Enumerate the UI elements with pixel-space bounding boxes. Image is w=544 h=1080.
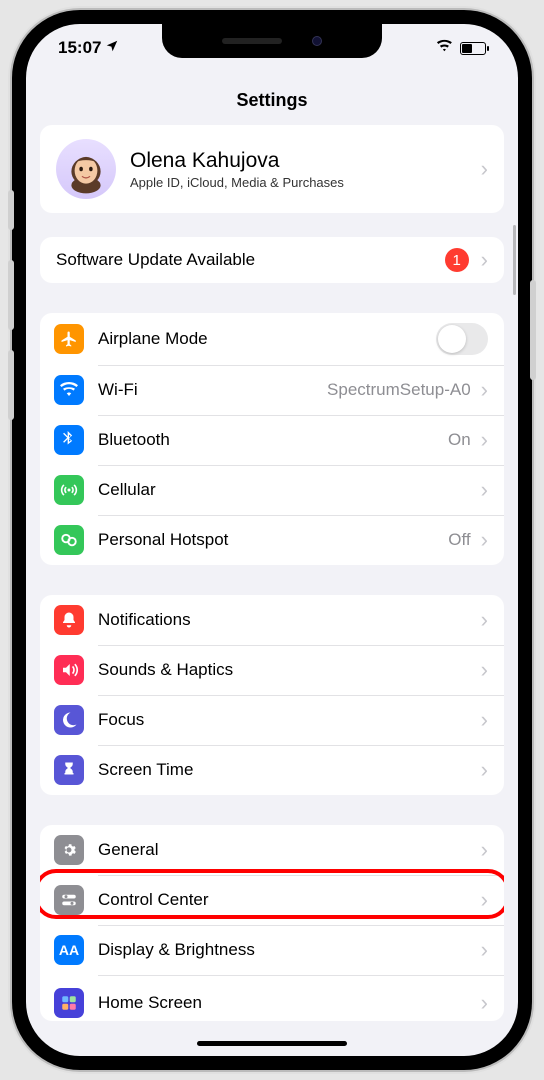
home-icon	[54, 988, 84, 1018]
connectivity-group: Airplane Mode Wi-Fi SpectrumSetup-A0 ›	[40, 313, 504, 565]
airplane-label: Airplane Mode	[98, 329, 436, 349]
notifications-label: Notifications	[98, 610, 475, 630]
chevron-right-icon: ›	[481, 527, 488, 553]
wifi-status-icon	[436, 38, 454, 58]
notifications-group: Notifications › Sounds & Haptics ›	[40, 595, 504, 795]
sounds-icon	[54, 655, 84, 685]
focus-row[interactable]: Focus ›	[40, 695, 504, 745]
chevron-right-icon: ›	[481, 156, 488, 182]
chevron-right-icon: ›	[481, 377, 488, 403]
display-label: Display & Brightness	[98, 940, 475, 960]
control-center-label: Control Center	[98, 890, 475, 910]
wifi-icon	[54, 375, 84, 405]
general-group: General › Control Center › AA Display & …	[40, 825, 504, 1021]
scroll-indicator[interactable]	[513, 225, 516, 295]
general-label: General	[98, 840, 475, 860]
display-icon: AA	[54, 935, 84, 965]
home-indicator[interactable]	[197, 1041, 347, 1046]
wifi-label: Wi-Fi	[98, 380, 327, 400]
chevron-right-icon: ›	[481, 757, 488, 783]
chevron-right-icon: ›	[481, 707, 488, 733]
airplane-toggle[interactable]	[436, 323, 488, 355]
wifi-row[interactable]: Wi-Fi SpectrumSetup-A0 ›	[40, 365, 504, 415]
focus-label: Focus	[98, 710, 475, 730]
chevron-right-icon: ›	[481, 247, 488, 273]
screentime-row[interactable]: Screen Time ›	[40, 745, 504, 795]
notifications-row[interactable]: Notifications ›	[40, 595, 504, 645]
wifi-value: SpectrumSetup-A0	[327, 380, 471, 400]
sounds-row[interactable]: Sounds & Haptics ›	[40, 645, 504, 695]
chevron-right-icon: ›	[481, 887, 488, 913]
software-update-label: Software Update Available	[56, 250, 445, 270]
hotspot-value: Off	[448, 530, 470, 550]
page-title: Settings	[26, 72, 518, 125]
profile-sub: Apple ID, iCloud, Media & Purchases	[130, 175, 475, 190]
airplane-row[interactable]: Airplane Mode	[40, 313, 504, 365]
screentime-icon	[54, 755, 84, 785]
home-row[interactable]: Home Screen ›	[40, 975, 504, 1021]
chevron-right-icon: ›	[481, 990, 488, 1016]
avatar	[56, 139, 116, 199]
status-time: 15:07	[58, 38, 101, 58]
sounds-label: Sounds & Haptics	[98, 660, 475, 680]
profile-card[interactable]: Olena Kahujova Apple ID, iCloud, Media &…	[40, 125, 504, 213]
hotspot-icon	[54, 525, 84, 555]
chevron-right-icon: ›	[481, 607, 488, 633]
airplane-icon	[54, 324, 84, 354]
notifications-icon	[54, 605, 84, 635]
notch	[162, 24, 382, 58]
chevron-right-icon: ›	[481, 937, 488, 963]
battery-icon	[460, 42, 486, 55]
profile-name: Olena Kahujova	[130, 149, 475, 173]
hotspot-label: Personal Hotspot	[98, 530, 448, 550]
general-row[interactable]: General ›	[40, 825, 504, 875]
cellular-icon	[54, 475, 84, 505]
chevron-right-icon: ›	[481, 837, 488, 863]
focus-icon	[54, 705, 84, 735]
chevron-right-icon: ›	[481, 657, 488, 683]
cellular-row[interactable]: Cellular ›	[40, 465, 504, 515]
home-label: Home Screen	[98, 993, 475, 1013]
bluetooth-value: On	[448, 430, 471, 450]
cellular-label: Cellular	[98, 480, 475, 500]
bluetooth-icon	[54, 425, 84, 455]
location-icon	[105, 38, 119, 58]
control-center-icon	[54, 885, 84, 915]
general-icon	[54, 835, 84, 865]
software-update-card[interactable]: Software Update Available 1 ›	[40, 237, 504, 283]
screentime-label: Screen Time	[98, 760, 475, 780]
update-badge: 1	[445, 248, 469, 272]
bluetooth-label: Bluetooth	[98, 430, 448, 450]
chevron-right-icon: ›	[481, 427, 488, 453]
bluetooth-row[interactable]: Bluetooth On ›	[40, 415, 504, 465]
display-row[interactable]: AA Display & Brightness ›	[40, 925, 504, 975]
chevron-right-icon: ›	[481, 477, 488, 503]
control-center-row[interactable]: Control Center ›	[40, 875, 504, 925]
hotspot-row[interactable]: Personal Hotspot Off ›	[40, 515, 504, 565]
